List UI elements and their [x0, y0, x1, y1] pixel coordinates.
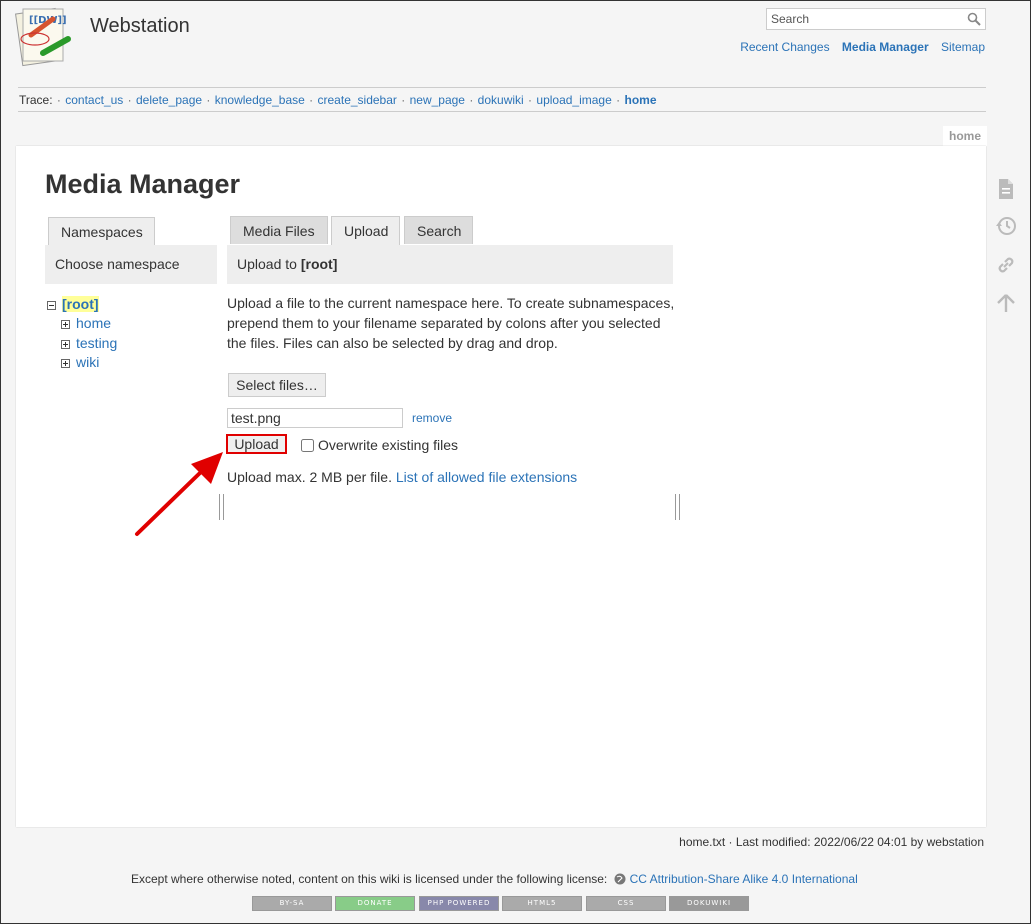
user-tools: Recent Changes Media Manager Sitemap [731, 40, 985, 54]
upload-max-text: Upload max. 2 MB per file. [227, 469, 396, 485]
overwrite-checkbox[interactable] [301, 439, 314, 452]
breadcrumb-item[interactable]: contact_us [65, 93, 123, 107]
search-icon[interactable] [967, 12, 981, 26]
breadcrumb: Trace: · contact_us · delete_page · know… [19, 93, 657, 107]
badge-dokuwiki[interactable]: DOKUWIKI [669, 896, 749, 911]
divider [18, 87, 986, 88]
overwrite-option[interactable]: Overwrite existing files [301, 437, 458, 453]
old-revisions-icon[interactable] [994, 214, 1018, 238]
namespace-link[interactable]: testing [76, 335, 117, 351]
breadcrumb-item[interactable]: knowledge_base [215, 93, 305, 107]
badge-donate[interactable]: DONATE [335, 896, 415, 911]
panel-resize-handle[interactable] [675, 494, 680, 520]
license-link[interactable]: CC Attribution-Share Alike 4.0 Internati… [630, 872, 858, 886]
breadcrumb-item[interactable]: upload_image [536, 93, 611, 107]
sitemap-link[interactable]: Sitemap [941, 40, 985, 54]
upload-header-prefix: Upload to [237, 256, 301, 272]
license-text: Except where otherwise noted, content on… [131, 872, 858, 888]
tree-item-wiki: wiki [61, 354, 99, 370]
upload-panel-header: Upload to [root] [227, 245, 673, 284]
tree-item-home: home [61, 315, 111, 331]
media-manager-link[interactable]: Media Manager [842, 40, 929, 54]
breadcrumb-item[interactable]: new_page [410, 93, 465, 107]
tab-upload[interactable]: Upload [331, 216, 400, 246]
back-to-top-icon[interactable] [994, 291, 1018, 315]
page-title: Media Manager [45, 169, 241, 199]
breadcrumb-item[interactable]: create_sidebar [318, 93, 397, 107]
namespace-link[interactable]: wiki [76, 354, 99, 370]
badge-php-powered[interactable]: PHP POWERED [419, 896, 499, 911]
upload-button[interactable]: Upload [226, 434, 287, 454]
expand-icon[interactable] [61, 339, 70, 349]
page-id-tab: home [943, 126, 988, 146]
license-prefix: Except where otherwise noted, content on… [131, 872, 608, 886]
annotation-arrow-icon [135, 452, 223, 536]
file-name-input[interactable] [227, 408, 403, 428]
tree-item-testing: testing [61, 335, 117, 351]
expand-icon[interactable] [61, 319, 70, 329]
collapse-icon[interactable] [47, 300, 56, 310]
globe-icon [614, 873, 626, 888]
breadcrumb-current[interactable]: home [624, 93, 656, 107]
search-box [766, 8, 986, 30]
tab-namespaces[interactable]: Namespaces [48, 217, 155, 246]
dokuwiki-logo-icon[interactable]: [[DW]] [13, 5, 73, 69]
trace-label: Trace: [19, 93, 53, 107]
upload-description: Upload a file to the current namespace h… [227, 295, 675, 351]
tree-item-root: [root] [47, 296, 99, 312]
divider [18, 111, 986, 112]
allowed-extensions-link[interactable]: List of allowed file extensions [396, 469, 577, 485]
select-files-button[interactable]: Select files… [228, 373, 326, 397]
search-input[interactable] [767, 9, 965, 29]
namespace-panel-header: Choose namespace [45, 245, 217, 284]
backlinks-icon[interactable] [994, 253, 1018, 277]
namespace-link[interactable]: home [76, 315, 111, 331]
breadcrumb-item[interactable]: delete_page [136, 93, 202, 107]
breadcrumb-item[interactable]: dokuwiki [478, 93, 524, 107]
upload-header-namespace: [root] [300, 256, 338, 272]
badge-html5[interactable]: HTML5 [502, 896, 582, 911]
tab-search[interactable]: Search [404, 216, 473, 244]
namespace-root-link[interactable]: [root] [62, 296, 99, 312]
tab-media-files[interactable]: Media Files [230, 216, 328, 244]
remove-file-link[interactable]: remove [412, 411, 452, 425]
badge-css[interactable]: CSS [586, 896, 666, 911]
overwrite-label: Overwrite existing files [318, 437, 459, 453]
site-title[interactable]: Webstation [90, 15, 190, 38]
show-page-icon[interactable] [994, 177, 1018, 201]
recent-changes-link[interactable]: Recent Changes [740, 40, 829, 54]
expand-icon[interactable] [61, 358, 70, 368]
upload-limit-info: Upload max. 2 MB per file. List of allow… [227, 469, 577, 485]
badge-cc-by-sa[interactable]: BY-SA [252, 896, 332, 911]
document-info: home.txt · Last modified: 2022/06/22 04:… [679, 835, 984, 849]
